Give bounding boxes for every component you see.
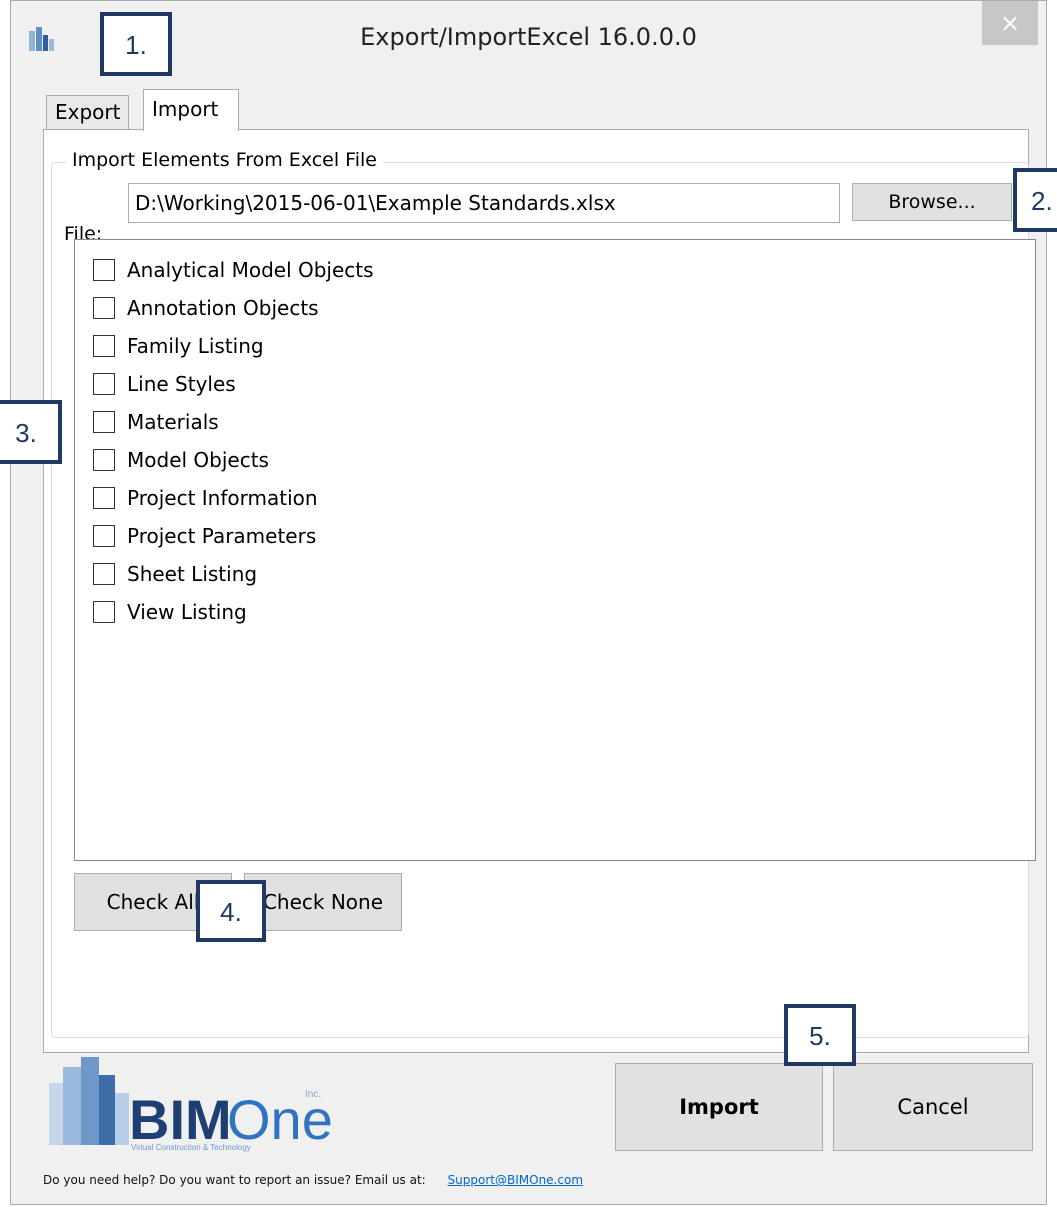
checkbox-item[interactable]: Project Information xyxy=(93,482,318,514)
checkbox[interactable] xyxy=(93,600,115,623)
bimone-logo: BIM One Inc. Virtual Construction & Tech… xyxy=(49,1057,333,1152)
support-email-link[interactable]: Support@BIMOne.com xyxy=(448,1173,583,1187)
tab-export[interactable]: Export xyxy=(46,95,130,129)
checkbox-item[interactable]: Model Objects xyxy=(93,444,269,476)
checkbox-label: Family Listing xyxy=(127,334,264,358)
checkbox[interactable] xyxy=(93,562,115,585)
checkbox-label: Sheet Listing xyxy=(127,562,258,586)
cancel-button[interactable]: Cancel xyxy=(833,1063,1033,1151)
callout-1: 1. xyxy=(100,12,172,76)
checkbox-label: Model Objects xyxy=(127,448,269,472)
import-tab-panel: Import Elements From Excel File File: Br… xyxy=(43,129,1036,1053)
logo-name-bold: BIM xyxy=(129,1088,232,1151)
checkbox[interactable] xyxy=(93,258,115,281)
browse-button[interactable]: Browse... xyxy=(852,183,1012,221)
checkbox-item[interactable]: Analytical Model Objects xyxy=(93,254,374,286)
checkbox-label: Project Information xyxy=(127,486,318,510)
checkbox-label: Line Styles xyxy=(127,372,236,396)
checkbox[interactable] xyxy=(93,486,115,509)
logo-suffix: Inc. xyxy=(305,1089,321,1100)
checkbox[interactable] xyxy=(93,410,115,433)
help-text: Do you need help? Do you want to report … xyxy=(43,1173,426,1187)
checkbox[interactable] xyxy=(93,296,115,319)
checkbox-item[interactable]: Sheet Listing xyxy=(93,558,257,590)
tab-import-label: Import xyxy=(152,97,219,121)
checkbox[interactable] xyxy=(93,372,115,395)
file-path-input[interactable] xyxy=(128,183,840,223)
import-button[interactable]: Import xyxy=(615,1063,823,1151)
checkbox-label: Materials xyxy=(127,410,219,434)
check-none-button[interactable]: Check None xyxy=(244,873,402,931)
checkbox[interactable] xyxy=(93,334,115,357)
checkbox[interactable] xyxy=(93,448,115,471)
callout-5: 5. xyxy=(784,1004,856,1066)
close-icon[interactable]: × xyxy=(1000,9,1020,37)
group-legend: Import Elements From Excel File xyxy=(66,149,383,171)
checkbox-label: Analytical Model Objects xyxy=(127,258,374,282)
callout-2: 2. xyxy=(1013,168,1057,232)
help-footer: Do you need help? Do you want to report … xyxy=(43,1173,583,1187)
checkbox-item[interactable]: Family Listing xyxy=(93,330,264,362)
callout-4: 4. xyxy=(196,880,266,942)
checkbox-item[interactable]: Line Styles xyxy=(93,368,236,400)
checkbox-label: Project Parameters xyxy=(127,524,317,548)
callout-3: 3. xyxy=(0,400,62,464)
checkbox-item[interactable]: Annotation Objects xyxy=(93,292,319,324)
checkbox-label: Annotation Objects xyxy=(127,296,319,320)
checkbox-item[interactable]: Project Parameters xyxy=(93,520,316,552)
tab-export-label: Export xyxy=(55,100,121,124)
close-button[interactable]: × xyxy=(982,1,1038,45)
checkbox-item[interactable]: View Listing xyxy=(93,596,247,628)
tab-import[interactable]: Import xyxy=(143,89,239,131)
category-checklist[interactable]: Analytical Model Objects Annotation Obje… xyxy=(74,239,1036,861)
checkbox[interactable] xyxy=(93,524,115,547)
checkbox-label: View Listing xyxy=(127,600,247,624)
export-import-dialog: Export/ImportExcel 16.0.0.0 × Export Imp… xyxy=(10,0,1047,1205)
logo-tagline: Virtual Construction & Technology xyxy=(131,1143,251,1152)
checkbox-item[interactable]: Materials xyxy=(93,406,219,438)
